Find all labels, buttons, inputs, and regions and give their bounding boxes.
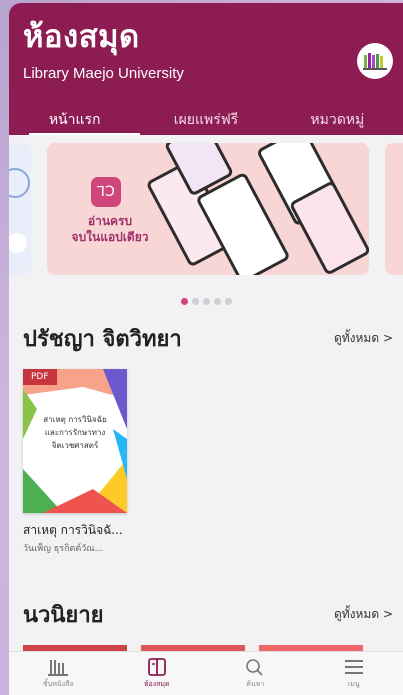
tab-bar: หน้าแรก เผยแพร่ฟรี หมวดหมู่ — [9, 101, 403, 135]
search-icon — [246, 659, 263, 676]
book-cover[interactable]: PDF สาเหตุ การวินิจฉัย และการรักษาทาง จิ… — [23, 369, 127, 513]
app-screen: ห้องสมุด Library Maejo University หน้าแร… — [9, 3, 403, 695]
banner-text-line1: อ่านครบ — [87, 214, 133, 228]
book-cover-title: สาเหตุ การวินิจฉัย และการรักษาทาง จิตเวช… — [43, 415, 107, 450]
carousel-pagination — [9, 290, 403, 309]
pagination-dot[interactable] — [202, 298, 210, 305]
nav-library[interactable]: ห้องสมุด — [108, 652, 207, 695]
pagination-dot[interactable] — [180, 298, 188, 305]
banner-text-line2: จบในแอปเดียว — [71, 230, 149, 244]
app-header: ห้องสมุด Library Maejo University หน้าแร… — [9, 3, 403, 135]
see-all-novels-link[interactable]: ดูทั้งหมด > — [334, 605, 393, 624]
nav-label: ค้นหา — [246, 680, 265, 688]
nav-label: เมนู — [347, 680, 360, 688]
page-title: ห้องสมุด — [23, 19, 140, 55]
nav-label: ชั้นหนังสือ — [42, 680, 74, 688]
book-author: วันเพ็ญ ธุรกิตต์วัณ... — [23, 544, 104, 554]
pdf-badge: PDF — [23, 369, 57, 385]
tab-free-publications[interactable]: เผยแพร่ฟรี — [140, 101, 271, 135]
pagination-dot[interactable] — [191, 298, 199, 305]
see-all-philosophy-link[interactable]: ดูทั้งหมด > — [334, 329, 393, 348]
pagination-dot[interactable] — [224, 298, 232, 305]
banner-text: อ่านครบ จบในแอปเดียว — [65, 213, 155, 245]
bookshelf-icon — [48, 660, 69, 676]
section-title-philosophy: ปรัชญา จิตวิทยา — [23, 327, 182, 352]
pagination-dot[interactable] — [213, 298, 221, 305]
nav-bookshelf[interactable]: ชั้นหนังสือ — [9, 652, 108, 695]
nav-label: ห้องสมุด — [143, 680, 170, 688]
page-subtitle: Library Maejo University — [23, 65, 184, 82]
menu-icon — [344, 660, 363, 674]
library-icon — [147, 658, 166, 676]
banner-slide[interactable]: ꓶƆ อ่านครบ จบในแอปเดียว — [47, 143, 369, 275]
banner-carousel[interactable]: ꓶƆ อ่านครบ จบในแอปเดียว — [9, 143, 403, 279]
section-title-novels: นวนิยาย — [23, 603, 104, 628]
library-books-icon[interactable] — [357, 43, 393, 79]
nav-menu[interactable]: เมนู — [305, 652, 403, 695]
book-title[interactable]: สาเหตุ การวินิจฉั... — [23, 521, 133, 540]
tab-categories[interactable]: หมวดหมู่ — [272, 101, 403, 135]
tab-home[interactable]: หน้าแรก — [9, 101, 141, 135]
app-logo-icon: ꓶƆ — [91, 177, 121, 207]
nav-search[interactable]: ค้นหา — [206, 652, 305, 695]
banner-slide-next[interactable] — [385, 143, 403, 275]
bottom-navigation: ชั้นหนังสือ ห้องสมุด ค้นหา เมนู — [9, 651, 403, 695]
banner-slide-previous[interactable] — [9, 143, 31, 275]
